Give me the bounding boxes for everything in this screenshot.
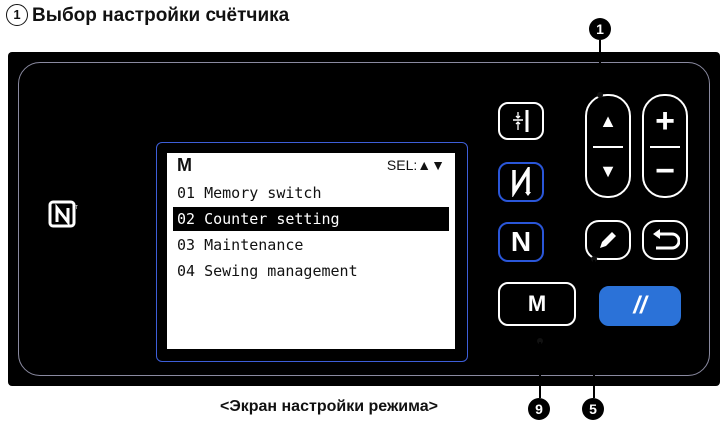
return-button[interactable] (642, 220, 688, 260)
section-heading: 1 Выбор настройки счётчика (6, 4, 289, 27)
lcd-screen: M SEL:▲▼ 01 Memory switch 02 Counter set… (167, 153, 455, 349)
menu-item-maintenance[interactable]: 03 Maintenance (173, 233, 449, 257)
menu-item-memory-switch[interactable]: 01 Memory switch (173, 181, 449, 205)
plus-minus-key: + − (642, 94, 688, 198)
menu-item-sewing-management[interactable]: 04 Sewing management (173, 259, 449, 283)
plus-button[interactable]: + (644, 96, 686, 146)
pencil-icon (600, 232, 616, 248)
callout-1-dot (597, 92, 603, 98)
mode-button[interactable]: M (498, 282, 576, 326)
heading-text: Выбор настройки счётчика (32, 5, 290, 26)
menu-item-counter-setting[interactable]: 02 Counter setting (173, 207, 449, 231)
down-arrow-icon: ▼ (599, 160, 617, 181)
callout-9: 9 (528, 398, 550, 420)
thread-trim-button[interactable] (498, 102, 544, 140)
mode-button-label: M (527, 291, 547, 316)
nfc-icon: TM (48, 200, 78, 228)
down-button[interactable]: ▼ (587, 146, 629, 196)
plus-icon: + (655, 101, 675, 140)
reset-icon: // (633, 292, 647, 319)
svg-text:TM: TM (75, 205, 78, 211)
up-button[interactable]: ▲ (587, 96, 629, 146)
lcd-sel-hint: SEL:▲▼ (386, 157, 445, 173)
edit-button[interactable] (585, 220, 631, 260)
n-button-label: N (510, 226, 532, 257)
heading-number: 1 (6, 4, 28, 26)
minus-button[interactable]: − (644, 146, 686, 196)
reverse-stitch-button[interactable] (498, 162, 544, 202)
callout-1-leader (599, 40, 601, 94)
return-icon (653, 229, 680, 250)
callout-9-leader (539, 342, 541, 398)
thread-trim-icon (513, 110, 529, 132)
callout-1: 1 (589, 18, 611, 40)
reverse-stitch-icon (512, 167, 531, 197)
minus-icon: − (655, 151, 675, 190)
control-panel: TM M SEL:▲▼ 01 Memory switch 02 Counter … (8, 52, 720, 386)
up-arrow-icon: ▲ (599, 110, 617, 131)
lcd-frame: M SEL:▲▼ 01 Memory switch 02 Counter set… (156, 142, 468, 362)
up-down-key: ▲ ▼ (585, 94, 631, 198)
lcd-mode-title: M (177, 155, 192, 175)
n-button[interactable]: N (498, 222, 544, 262)
callout-5-leader (593, 260, 595, 398)
reset-button[interactable]: // (599, 286, 681, 326)
callout-5: 5 (582, 398, 604, 420)
screen-caption: <Экран настройки режима> (220, 398, 438, 415)
